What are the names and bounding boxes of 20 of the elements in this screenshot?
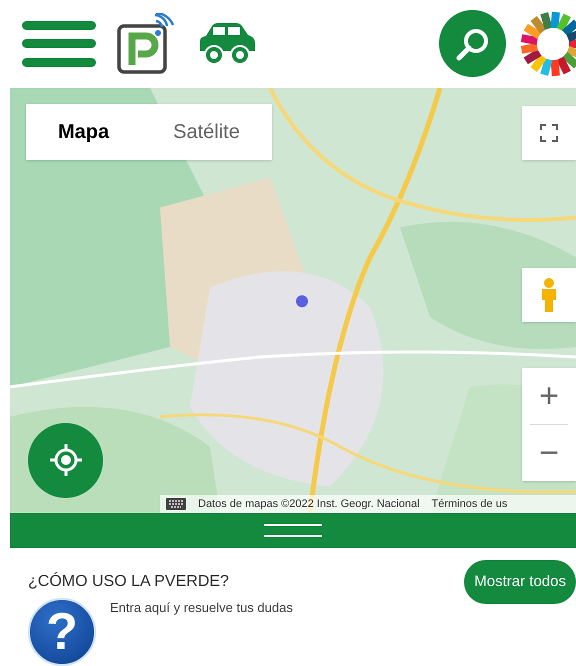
keyboard-icon[interactable] [166, 498, 186, 510]
help-text[interactable]: Entra aquí y resuelve tus dudas [110, 598, 293, 666]
terms-link[interactable]: Términos de us [432, 496, 508, 512]
crosshair-icon [48, 443, 82, 478]
search-icon [456, 26, 490, 61]
section-title: ¿CÓMO USO LA PVERDE? [28, 571, 230, 592]
show-all-button[interactable]: Mostrar todos [464, 560, 576, 604]
drawer-handle-bar[interactable] [10, 513, 576, 548]
help-icon[interactable]: ? [28, 598, 96, 666]
fullscreen-icon [540, 124, 558, 142]
car-icon[interactable] [198, 22, 256, 65]
map-attribution: Datos de mapas ©2022 Inst. Geogr. Nacional [198, 496, 420, 512]
fullscreen-button[interactable] [522, 106, 576, 160]
menu-icon[interactable] [22, 20, 96, 67]
person-figure-icon [539, 278, 559, 312]
zoom-in-button[interactable]: + [522, 368, 576, 424]
map-type-tab[interactable]: Mapa [26, 104, 142, 160]
map-type-tab[interactable]: Satélite [141, 104, 272, 160]
zoom-out-button[interactable]: − [522, 424, 576, 481]
color-wheel-icon[interactable] [520, 10, 576, 77]
